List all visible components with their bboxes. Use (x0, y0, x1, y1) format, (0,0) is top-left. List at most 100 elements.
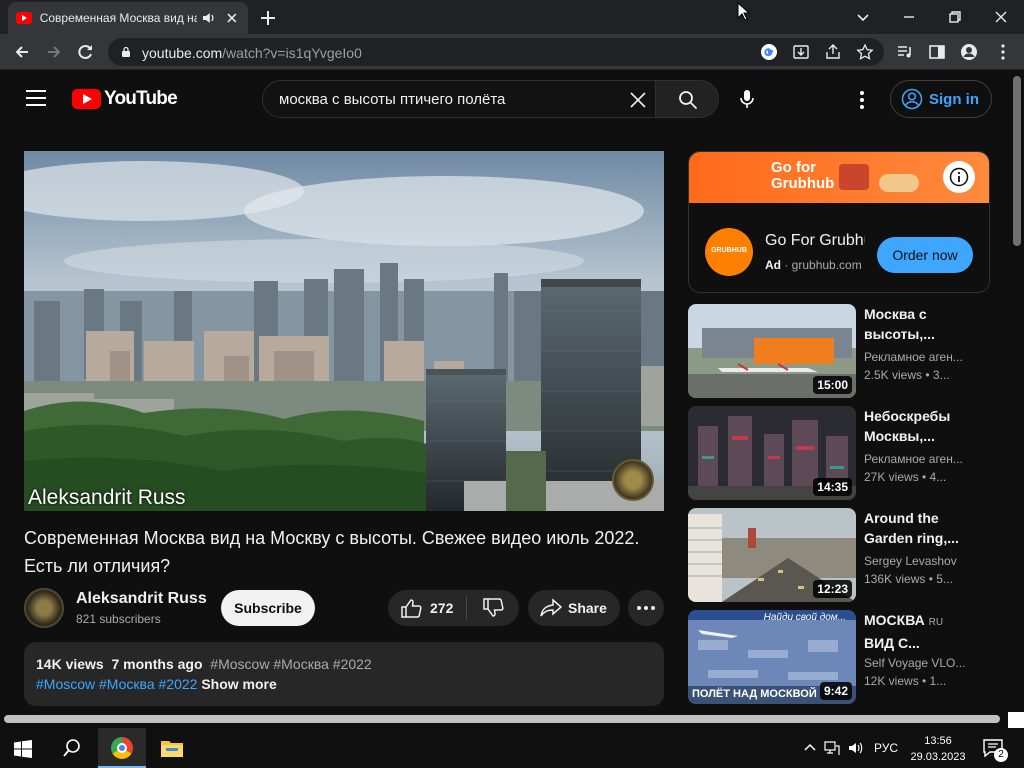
ad-title[interactable]: Go For Grubhub (765, 232, 865, 250)
address-bar[interactable]: youtube.com/watch?v=is1qYvgeIo0 (108, 38, 884, 66)
food-plate-icon (879, 174, 919, 192)
voice-search-button[interactable] (728, 80, 766, 118)
network-icon[interactable] (824, 740, 840, 756)
media-controls-icon[interactable] (896, 43, 914, 61)
search-button[interactable] (655, 80, 719, 118)
related-channel[interactable]: Рекламное аген... (864, 350, 968, 364)
clear-search-icon[interactable] (629, 91, 647, 109)
related-channel[interactable]: Рекламное аген... (864, 452, 968, 466)
minimize-icon[interactable] (898, 6, 920, 28)
back-icon[interactable] (12, 42, 32, 62)
upload-age: 7 months ago (111, 656, 203, 672)
settings-more-icon[interactable] (852, 90, 872, 110)
browser-tab-active[interactable]: Современная Москва вид на (8, 2, 248, 34)
thumbnail-caption: Найди свой дом... (763, 612, 846, 623)
install-icon[interactable] (792, 43, 810, 61)
chrome-menu-icon[interactable] (994, 43, 1012, 61)
channel-name[interactable]: Aleksandrit Russ (76, 590, 207, 608)
side-panel-icon[interactable] (928, 43, 946, 61)
related-thumbnail[interactable]: 14:35 (688, 406, 856, 500)
share-arrow-icon (540, 598, 562, 617)
related-thumbnail[interactable]: Найди свой дом... ПОЛЁТ НАД МОСКВОЙ 9:42 (688, 610, 856, 704)
speaker-icon[interactable] (201, 10, 217, 26)
subscribe-button[interactable]: Subscribe (221, 590, 315, 626)
tray-chevron-up-icon[interactable] (802, 740, 818, 756)
related-title[interactable]: Небоскребы Москвы,... (864, 406, 982, 446)
thumbnail-overlay-text: ПОЛЁТ НАД МОСКВОЙ (692, 688, 817, 700)
ad-card[interactable]: Go for Grubhub GRUBHUB Go For Grubhub Ad… (688, 151, 990, 293)
ad-info-button[interactable] (943, 161, 975, 193)
related-title[interactable]: Москва с высоты,... (864, 304, 982, 344)
url-text: youtube.com/watch?v=is1qYvgeIo0 (142, 45, 362, 61)
country-badge: RU (928, 617, 944, 628)
microphone-icon (740, 90, 754, 108)
order-now-button[interactable]: Order now (877, 237, 973, 273)
file-explorer-icon[interactable] (160, 738, 184, 758)
subscriber-count: 821 subscribers (76, 612, 161, 626)
share-page-icon[interactable] (824, 43, 842, 61)
windows-start-icon[interactable] (14, 740, 32, 758)
horizontal-scrollbar-thumb[interactable] (4, 715, 1000, 723)
ad-domain: grubhub.com (791, 258, 862, 272)
taskbar-clock[interactable]: 13:56 29.03.2023 (908, 733, 968, 765)
ad-banner[interactable]: Go for Grubhub (689, 152, 989, 203)
menu-icon[interactable] (26, 90, 46, 106)
related-video-item[interactable]: 12:23 Around the Garden ring,... Sergey L… (688, 508, 988, 602)
vertical-scrollbar-thumb[interactable] (1013, 76, 1021, 246)
related-channel[interactable]: Sergey Levashov (864, 554, 968, 568)
vertical-scrollbar[interactable] (1010, 70, 1024, 710)
horizontal-scrollbar[interactable] (0, 710, 1024, 728)
tab-search-chevron-icon[interactable] (852, 6, 874, 28)
video-duration: 9:42 (819, 682, 852, 700)
input-language[interactable]: РУС (874, 741, 898, 755)
scrollbar-corner (1008, 712, 1024, 728)
youtube-masthead: YouTube москва с высоты птичего полёта S… (0, 70, 1010, 128)
video-description[interactable]: 14K views 7 months ago #Moscow #Москва #… (24, 642, 664, 706)
sign-in-label: Sign in (929, 90, 979, 108)
forward-icon[interactable] (44, 42, 64, 62)
bookmark-star-icon[interactable] (856, 43, 874, 61)
lock-icon[interactable] (120, 46, 132, 58)
browser-toolbar: youtube.com/watch?v=is1qYvgeIo0 (0, 34, 1024, 70)
related-video-item[interactable]: Найди свой дом... ПОЛЁТ НАД МОСКВОЙ 9:42… (688, 610, 988, 704)
view-count: 14K views (36, 656, 104, 672)
taskbar-search-icon[interactable] (62, 738, 82, 758)
share-button[interactable]: Share (528, 590, 620, 626)
youtube-favicon-icon (16, 12, 32, 24)
video-duration: 14:35 (813, 478, 852, 496)
channel-avatar[interactable] (24, 588, 64, 628)
description-hashtags[interactable]: #Moscow #Москва #2022 (36, 676, 197, 692)
related-title[interactable]: МОСКВА RU ВИД С... (864, 610, 982, 653)
dislike-button[interactable] (467, 590, 519, 626)
clock-date: 29.03.2023 (910, 751, 966, 763)
reload-icon[interactable] (76, 42, 96, 62)
close-window-icon[interactable] (990, 6, 1012, 28)
sign-in-button[interactable]: Sign in (890, 80, 992, 118)
volume-icon[interactable] (848, 740, 864, 756)
related-thumbnail[interactable]: 12:23 (688, 508, 856, 602)
tab-close-icon[interactable] (224, 10, 240, 26)
like-button[interactable]: 272 (388, 590, 466, 626)
video-watermark: Aleksandrit Russ (28, 486, 186, 509)
video-player[interactable]: Aleksandrit Russ (24, 151, 664, 511)
related-channel[interactable]: Self Voyage VLO... (864, 656, 968, 670)
related-video-item[interactable]: 15:00 Москва с высоты,... Рекламное аген.… (688, 304, 988, 398)
google-translate-icon[interactable] (760, 43, 778, 61)
restore-icon[interactable] (944, 6, 966, 28)
grubhub-logo[interactable]: GRUBHUB (705, 228, 753, 276)
description-hashtags-header[interactable]: #Moscow #Москва #2022 (210, 656, 371, 672)
search-query-text: москва с высоты птичего полёта (279, 91, 506, 108)
channel-emblem-icon (612, 459, 654, 501)
search-input[interactable]: москва с высоты птичего полёта (262, 80, 656, 118)
youtube-logo[interactable]: YouTube (72, 88, 178, 110)
more-actions-button[interactable] (628, 590, 664, 626)
taskbar-chrome[interactable] (98, 728, 146, 768)
video-owner-row: Aleksandrit Russ 821 subscribers Subscri… (24, 588, 664, 628)
related-thumbnail[interactable]: 15:00 (688, 304, 856, 398)
profile-icon[interactable] (960, 43, 978, 61)
show-more-button[interactable]: Show more (201, 676, 276, 692)
food-drink-icon (839, 164, 869, 190)
related-video-item[interactable]: 14:35 Небоскребы Москвы,... Рекламное аге… (688, 406, 988, 500)
related-title[interactable]: Around the Garden ring,... (864, 508, 982, 548)
new-tab-icon[interactable] (258, 8, 278, 28)
